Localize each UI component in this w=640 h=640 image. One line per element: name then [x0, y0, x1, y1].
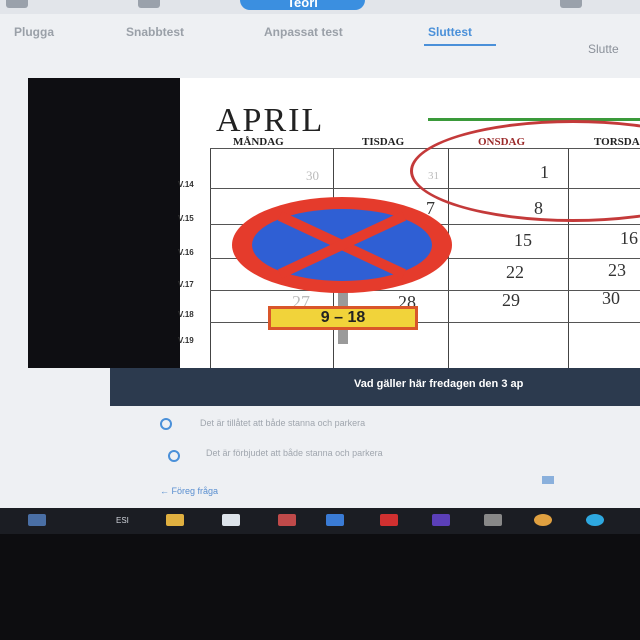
tools-icon[interactable] [484, 514, 502, 526]
image-dark-edge [28, 78, 180, 368]
answer-radio-2[interactable] [168, 450, 180, 462]
app-icon-red[interactable] [278, 514, 296, 526]
answer-label-1[interactable]: Det är tillåtet att både stanna och park… [200, 418, 365, 428]
date-number: 23 [608, 260, 626, 280]
edge-icon[interactable] [586, 514, 604, 526]
no-stopping-sign [232, 197, 452, 293]
week-label: V.18 [178, 310, 194, 319]
tab-anpassat-test[interactable]: Anpassat test [264, 25, 343, 39]
week-label: V.17 [178, 280, 194, 289]
teams-icon[interactable] [432, 514, 450, 526]
answer-radio-1[interactable] [160, 418, 172, 430]
tab-plugga[interactable]: Plugga [14, 25, 54, 39]
browser-screen: Teori Plugga Snabbtest Anpassat test Slu… [0, 0, 640, 520]
folder-icon[interactable] [166, 514, 184, 526]
date-number: 15 [514, 230, 532, 250]
answer-label-2[interactable]: Det är förbjudet att både stanna och par… [206, 448, 383, 458]
teori-button[interactable]: Teori [240, 0, 365, 10]
tab-bar: Plugga Snabbtest Anpassat test Sluttest [0, 20, 640, 46]
taskbar: ESI [0, 508, 640, 534]
date-number: 22 [506, 262, 524, 282]
grid-icon[interactable] [542, 476, 554, 484]
previous-question-link[interactable]: ← Föreg fråga [160, 486, 218, 496]
page-breadcrumb: Slutte [588, 42, 619, 56]
date-number: 30 [306, 168, 319, 183]
settings-icon[interactable] [560, 0, 582, 8]
week-label: V.14 [178, 180, 194, 189]
profile-icon[interactable] [138, 0, 160, 8]
time-plate: 9 – 18 [268, 306, 418, 330]
calendar-month-title: APRIL [216, 102, 325, 139]
tab-snabbtest[interactable]: Snabbtest [126, 25, 184, 39]
week-label: V.16 [178, 248, 194, 257]
question-image: APRIL MÅNDAG TISDAG ONSDAG TORSDAG V.14 … [28, 78, 640, 368]
app-icon[interactable] [6, 0, 28, 8]
app-icon-blue[interactable] [326, 514, 344, 526]
date-number: 30 [602, 288, 620, 308]
week-label: V.15 [178, 214, 194, 223]
taskbar-label: ESI [116, 516, 129, 525]
tab-sluttest[interactable]: Sluttest [428, 25, 472, 39]
top-bar: Teori [0, 0, 640, 14]
date-number: 29 [502, 290, 520, 310]
date-number: 16 [620, 228, 638, 248]
desktop-icon[interactable] [28, 514, 46, 526]
chrome-icon[interactable] [534, 514, 552, 526]
active-tab-indicator [424, 44, 496, 46]
day-header-tuesday: TISDAG [362, 136, 405, 148]
question-text: Vad gäller här fredagen den 3 ap [354, 378, 524, 390]
mail-icon[interactable] [222, 514, 240, 526]
day-header-monday: MÅNDAG [233, 136, 284, 148]
week-label: V.19 [178, 336, 194, 345]
app-icon-diamond[interactable] [380, 514, 398, 526]
